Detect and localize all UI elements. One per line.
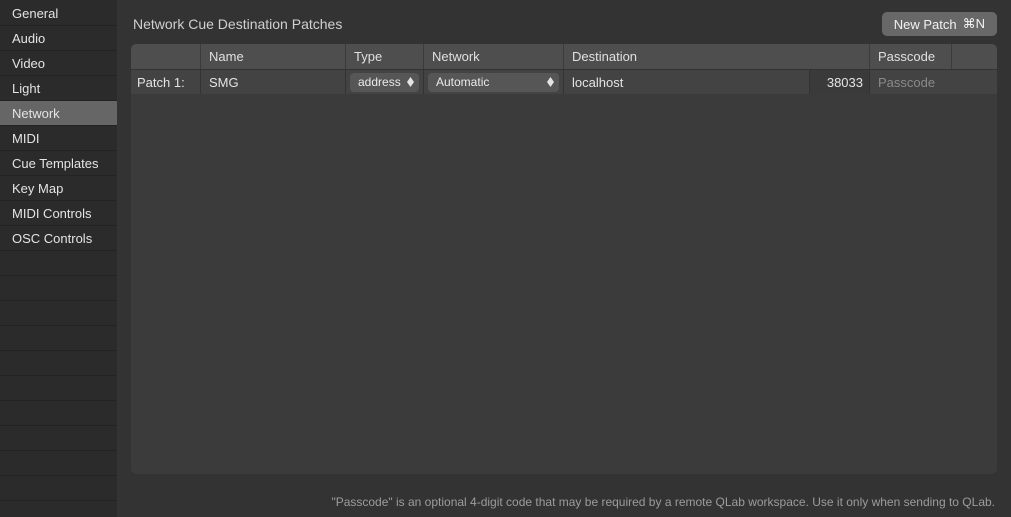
sidebar-item-label: Video	[12, 56, 45, 71]
sidebar-item-label: Light	[12, 81, 40, 96]
sidebar-item-network[interactable]: Network	[0, 101, 117, 126]
chevron-updown-icon	[405, 77, 415, 87]
sidebar-item-video[interactable]: Video	[0, 51, 117, 76]
sidebar-item-midi[interactable]: MIDI	[0, 126, 117, 151]
th-passcode: Passcode	[870, 44, 952, 69]
sidebar-item-empty	[0, 276, 117, 301]
th-type: Type	[346, 44, 424, 69]
sidebar-item-label: OSC Controls	[12, 231, 92, 246]
type-select-value: address	[358, 75, 401, 89]
patch-name: SMG	[209, 75, 239, 90]
sidebar-item-empty	[0, 476, 117, 501]
passcode-cell[interactable]: Passcode	[870, 70, 952, 94]
footer-hint: "Passcode" is an optional 4-digit code t…	[331, 495, 995, 509]
patch-index: Patch 1:	[131, 70, 201, 94]
sidebar-item-light[interactable]: Light	[0, 76, 117, 101]
sidebar-item-audio[interactable]: Audio	[0, 26, 117, 51]
th-name: Name	[201, 44, 346, 69]
sidebar-item-empty	[0, 401, 117, 426]
new-patch-button[interactable]: New Patch ⌘N	[882, 12, 997, 36]
sidebar-item-empty	[0, 301, 117, 326]
sidebar-item-empty	[0, 376, 117, 401]
sidebar-item-label: MIDI Controls	[12, 206, 91, 221]
port-value: 38033	[827, 75, 863, 90]
sidebar-item-key-map[interactable]: Key Map	[0, 176, 117, 201]
main-panel: Network Cue Destination Patches New Patc…	[117, 0, 1011, 517]
sidebar-item-cue-templates[interactable]: Cue Templates	[0, 151, 117, 176]
sidebar-item-label: Cue Templates	[12, 156, 98, 171]
patch-type-cell: address	[346, 70, 424, 94]
sidebar: General Audio Video Light Network MIDI C…	[0, 0, 117, 517]
patch-network-cell: Automatic	[424, 70, 564, 94]
sidebar-item-label: MIDI	[12, 131, 39, 146]
th-index	[131, 44, 201, 69]
patch-name-cell[interactable]: SMG	[201, 70, 346, 94]
page-title: Network Cue Destination Patches	[133, 16, 342, 32]
network-select-value: Automatic	[436, 75, 489, 89]
sidebar-item-label: General	[12, 6, 58, 21]
th-last	[952, 44, 997, 69]
destination-cell[interactable]: localhost	[564, 70, 810, 94]
sidebar-item-empty	[0, 426, 117, 451]
sidebar-item-osc-controls[interactable]: OSC Controls	[0, 226, 117, 251]
port-cell[interactable]: 38033	[810, 70, 870, 94]
patches-table: Name Type Network Destination Passcode P…	[131, 44, 997, 474]
sidebar-item-empty	[0, 326, 117, 351]
sidebar-item-empty	[0, 251, 117, 276]
th-destination: Destination	[564, 44, 870, 69]
sidebar-item-empty	[0, 351, 117, 376]
type-select[interactable]: address	[350, 73, 419, 92]
new-patch-shortcut: ⌘N	[963, 16, 985, 32]
destination-value: localhost	[572, 75, 623, 90]
network-select[interactable]: Automatic	[428, 73, 559, 92]
passcode-placeholder: Passcode	[878, 75, 935, 90]
sidebar-item-label: Audio	[12, 31, 45, 46]
new-patch-label: New Patch	[894, 17, 957, 32]
row-actions	[952, 70, 997, 94]
sidebar-item-general[interactable]: General	[0, 1, 117, 26]
sidebar-item-empty	[0, 451, 117, 476]
table-header: Name Type Network Destination Passcode	[131, 44, 997, 69]
th-network: Network	[424, 44, 564, 69]
table-row: Patch 1: SMG address Automatic	[131, 69, 997, 94]
chevron-updown-icon	[545, 77, 555, 87]
sidebar-item-midi-controls[interactable]: MIDI Controls	[0, 201, 117, 226]
sidebar-item-label: Key Map	[12, 181, 63, 196]
sidebar-item-label: Network	[12, 106, 60, 121]
